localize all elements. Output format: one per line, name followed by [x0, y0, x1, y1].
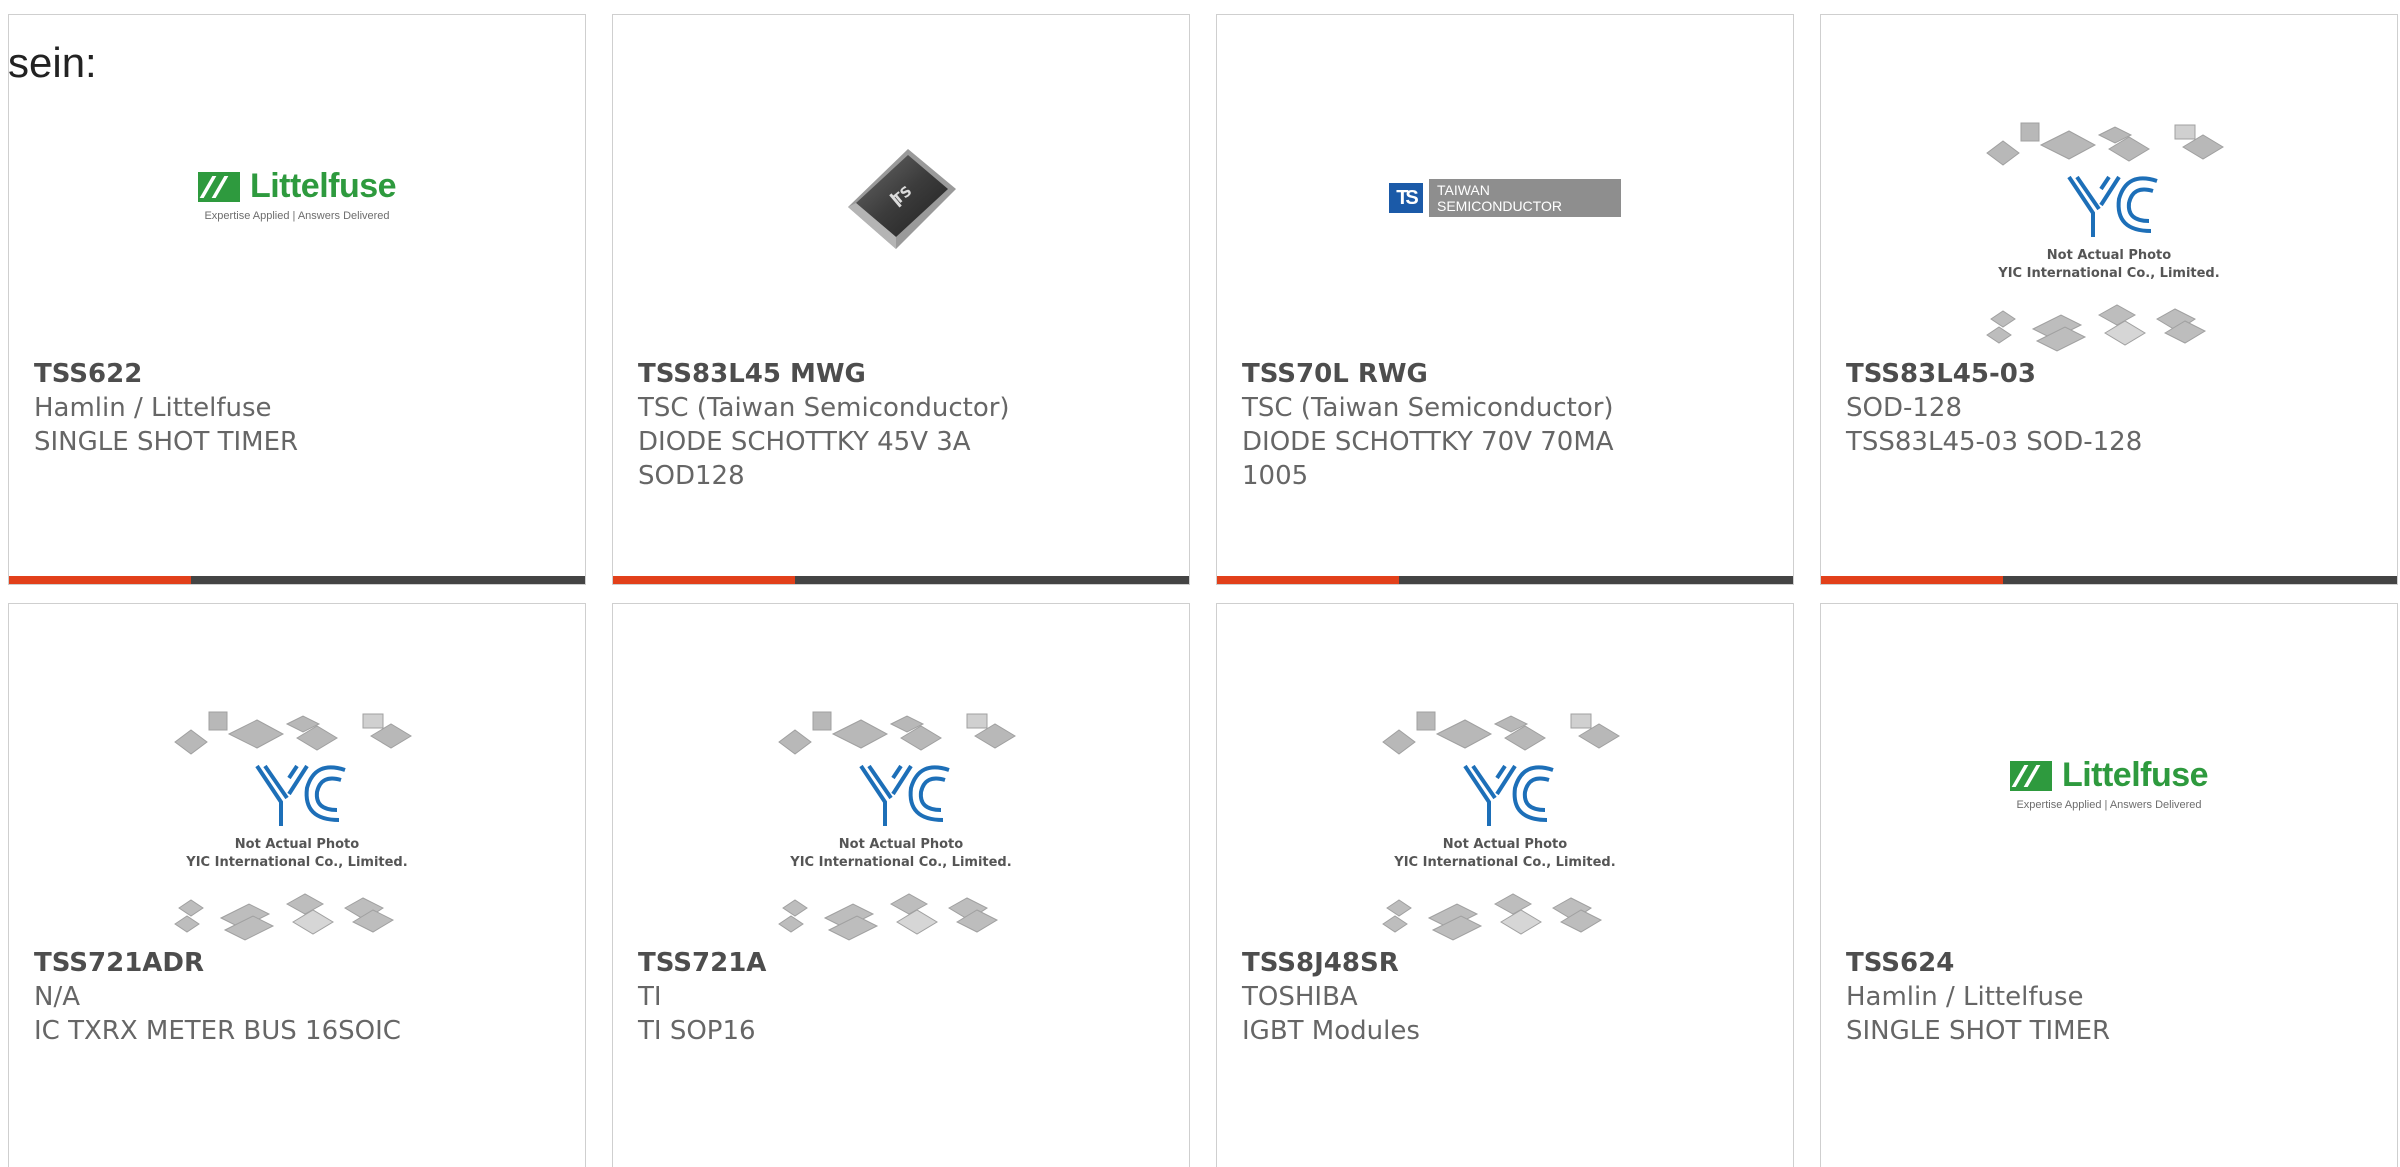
product-grid: Littelfuse Expertise Applied | Answers D…: [8, 14, 2398, 1167]
svg-text:YIC International Co., Limited: YIC International Co., Limited.: [789, 855, 1011, 870]
product-package: SOD-128: [1846, 393, 1962, 423]
logo-line-1: TAIWAN: [1437, 182, 1490, 198]
product-card[interactable]: Not Actual Photo YIC International Co., …: [1216, 603, 1794, 1167]
logo-tagline: Expertise Applied | Answers Delivered: [204, 210, 390, 222]
product-image: Not Actual Photo YIC International Co., …: [1821, 85, 2397, 355]
product-description: IGBT Modules: [1242, 1016, 1420, 1046]
product-package: SOD128: [638, 461, 745, 491]
product-title[interactable]: TSS83L45 MWG: [638, 357, 1169, 391]
taiwan-semiconductor-logo: TS TAIWAN SEMICONDUCTOR: [1389, 179, 1621, 217]
product-manufacturer: TSC (Taiwan Semiconductor): [1242, 393, 1614, 423]
product-description: TSS83L45-03 SOD-128: [1846, 427, 2143, 457]
product-image: TS: [613, 85, 1189, 355]
product-manufacturer: TOSHIBA: [1242, 982, 1358, 1012]
product-card[interactable]: Not Actual Photo YIC International Co., …: [612, 603, 1190, 1167]
svg-text:Not Actual Photo: Not Actual Photo: [235, 837, 359, 852]
product-manufacturer: TI: [638, 982, 662, 1012]
svg-text:Not Actual Photo: Not Actual Photo: [839, 837, 963, 852]
card-bottom-bar: [1821, 576, 2397, 584]
littelfuse-mark-icon: [197, 171, 240, 202]
product-package: 1005: [1242, 461, 1309, 491]
yic-placeholder-image: Not Actual Photo YIC International Co., …: [778, 711, 1016, 941]
product-manufacturer: TSC (Taiwan Semiconductor): [638, 393, 1010, 423]
product-manufacturer: Hamlin / Littelfuse: [34, 393, 272, 423]
product-description: DIODE SCHOTTKY 45V 3A: [638, 427, 971, 457]
logo-line-2: SEMICONDUCTOR: [1437, 198, 1562, 214]
littelfuse-logo: Littelfuse Expertise Applied | Answers D…: [197, 167, 397, 222]
product-image: Littelfuse Expertise Applied | Answers D…: [1821, 674, 2397, 944]
svg-text:Not Actual Photo: Not Actual Photo: [2047, 248, 2171, 263]
yic-placeholder-image: Not Actual Photo YIC International Co., …: [1986, 122, 2224, 352]
product-card[interactable]: TS TSS83L45 MWG TSC (Taiwan Semiconducto…: [612, 14, 1190, 585]
product-manufacturer: Hamlin / Littelfuse: [1846, 982, 2084, 1012]
svg-text:YIC International Co., Limited: YIC International Co., Limited.: [185, 855, 407, 870]
card-bottom-bar: [613, 576, 1189, 584]
product-image: TS TAIWAN SEMICONDUCTOR: [1217, 85, 1793, 355]
logo-tagline: Expertise Applied | Answers Delivered: [2016, 799, 2202, 811]
littelfuse-mark-icon: [2009, 760, 2052, 791]
product-title[interactable]: TSS8J48SR: [1242, 946, 1773, 980]
product-card[interactable]: Not Actual Photo YIC International Co., …: [1820, 14, 2398, 585]
product-description: IC TXRX METER BUS 16SOIC: [34, 1016, 401, 1046]
product-title[interactable]: TSS624: [1846, 946, 2377, 980]
product-description: DIODE SCHOTTKY 70V 70MA: [1242, 427, 1614, 457]
logo-name: Littelfuse: [2061, 756, 2209, 794]
product-title[interactable]: TSS721A: [638, 946, 1169, 980]
intro-text: sein:: [8, 39, 97, 86]
svg-text:YIC International Co., Limited: YIC International Co., Limited.: [1997, 266, 2219, 281]
svg-text:Not Actual Photo: Not Actual Photo: [1443, 837, 1567, 852]
product-title[interactable]: TSS721ADR: [34, 946, 565, 980]
diode-package-icon: TS: [848, 149, 956, 249]
product-image: Littelfuse Expertise Applied | Answers D…: [9, 85, 585, 355]
yic-placeholder-image: Not Actual Photo YIC International Co., …: [1382, 711, 1620, 941]
product-title[interactable]: TSS70L RWG: [1242, 357, 1773, 391]
product-card[interactable]: Not Actual Photo YIC International Co., …: [8, 603, 586, 1167]
product-image: Not Actual Photo YIC International Co., …: [613, 674, 1189, 944]
yic-placeholder-image: Not Actual Photo YIC International Co., …: [174, 711, 412, 941]
product-image: Not Actual Photo YIC International Co., …: [1217, 674, 1793, 944]
product-manufacturer: N/A: [34, 982, 80, 1012]
product-description: SINGLE SHOT TIMER: [34, 427, 299, 457]
product-card[interactable]: TS TAIWAN SEMICONDUCTOR TSS70L RWG TSC (…: [1216, 14, 1794, 585]
svg-text:YIC International Co., Limited: YIC International Co., Limited.: [1393, 855, 1615, 870]
product-title[interactable]: TSS83L45-03: [1846, 357, 2377, 391]
product-description: SINGLE SHOT TIMER: [1846, 1016, 2111, 1046]
card-bottom-bar: [9, 576, 585, 584]
tsc-mark-icon: TS: [1389, 183, 1423, 213]
product-card[interactable]: Littelfuse Expertise Applied | Answers D…: [8, 14, 586, 585]
product-description: TI SOP16: [638, 1016, 756, 1046]
card-bottom-bar: [1217, 576, 1793, 584]
product-title[interactable]: TSS622: [34, 357, 565, 391]
product-image: Not Actual Photo YIC International Co., …: [9, 674, 585, 944]
product-card[interactable]: Littelfuse Expertise Applied | Answers D…: [1820, 603, 2398, 1167]
product-grid-page: sein: Littelfuse Expertise Applied | Ans…: [0, 0, 2400, 1167]
littelfuse-logo: Littelfuse Expertise Applied | Answers D…: [2009, 756, 2209, 811]
logo-name: Littelfuse: [249, 167, 397, 205]
